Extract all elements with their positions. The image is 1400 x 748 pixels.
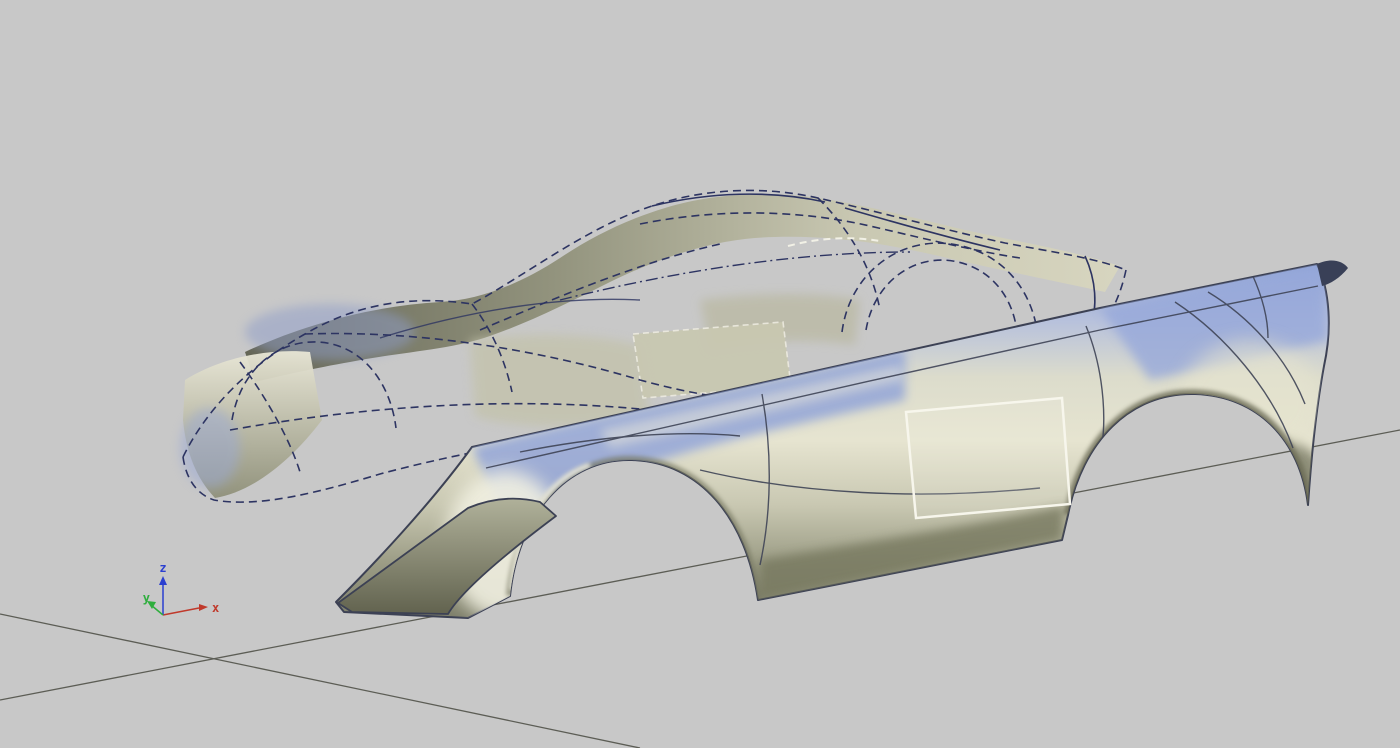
x-axis-label: x: [212, 601, 219, 615]
door-template-outline[interactable]: [906, 398, 1070, 518]
y-axis-label: y: [143, 591, 150, 605]
rear-car-roof-blue-reflection: [245, 304, 415, 360]
z-axis-label: z: [159, 561, 166, 575]
viewport-3d[interactable]: x y z: [0, 0, 1400, 748]
